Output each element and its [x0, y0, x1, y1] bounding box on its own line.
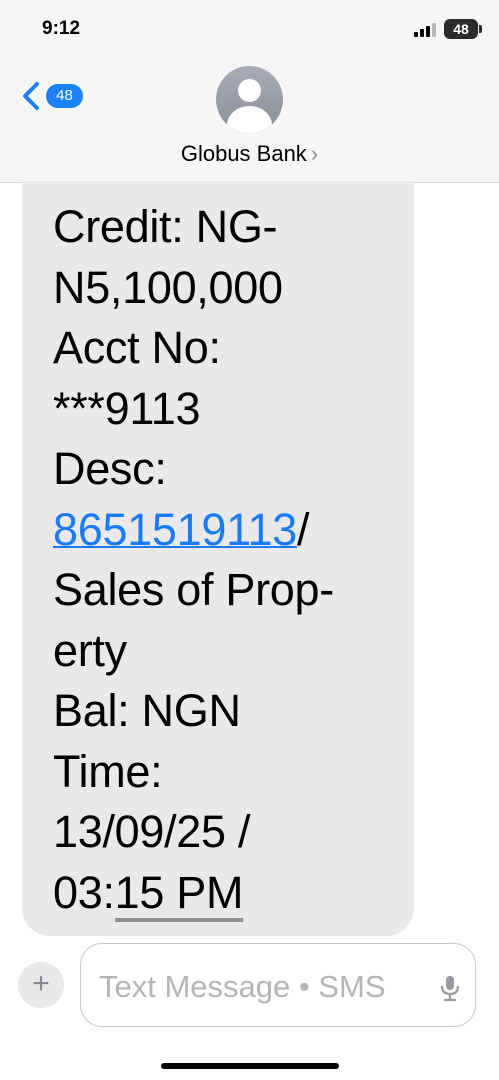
- message-line: Sales of Prop-: [53, 564, 334, 615]
- message-field[interactable]: [80, 943, 476, 1027]
- message-line: Acct No:: [53, 322, 221, 373]
- message-line: 13/09/25 /: [53, 806, 251, 857]
- message-line-time: 03:15 PM: [53, 863, 396, 924]
- microphone-icon[interactable]: [439, 974, 461, 1002]
- back-chevron-icon[interactable]: [18, 80, 46, 112]
- cellular-signal-icon: [414, 23, 438, 37]
- message-line: Time:: [53, 745, 163, 797]
- contact-avatar[interactable]: [216, 66, 283, 133]
- message-line-desc: 8651519113/: [53, 500, 396, 561]
- status-time: 9:12: [42, 18, 81, 39]
- time-hour-text: 03:: [53, 866, 115, 918]
- message-line: ***9113: [53, 382, 201, 434]
- add-attachment-button[interactable]: +: [18, 962, 64, 1008]
- time-minute-link[interactable]: 15 PM: [114, 866, 244, 922]
- avatar-head: [238, 79, 261, 102]
- message-line: Desc:: [53, 443, 167, 494]
- contact-name-button[interactable]: Globus Bank ›: [0, 141, 499, 167]
- chevron-right-icon: ›: [310, 141, 319, 166]
- avatar-body: [227, 106, 272, 133]
- message-line: erty: [53, 624, 127, 676]
- message-line: N5,100,000: [53, 261, 283, 313]
- message-line: Bal: NGN: [53, 685, 241, 736]
- message-input[interactable]: [97, 964, 421, 1010]
- battery-icon: 48: [444, 19, 482, 39]
- slash-text: /: [296, 503, 310, 555]
- back-unread-badge[interactable]: 48: [46, 84, 83, 108]
- conversation-header: 9:12 48 48 Globus Bank ›: [0, 0, 499, 183]
- message-bubble[interactable]: Credit: NG- N5,100,000 Acct No: ***9113 …: [22, 181, 414, 936]
- home-indicator: [161, 1063, 339, 1069]
- contact-name: Globus Bank: [180, 141, 307, 166]
- account-number-link[interactable]: 8651519113: [53, 504, 297, 555]
- message-line: Credit: NG-: [53, 201, 278, 252]
